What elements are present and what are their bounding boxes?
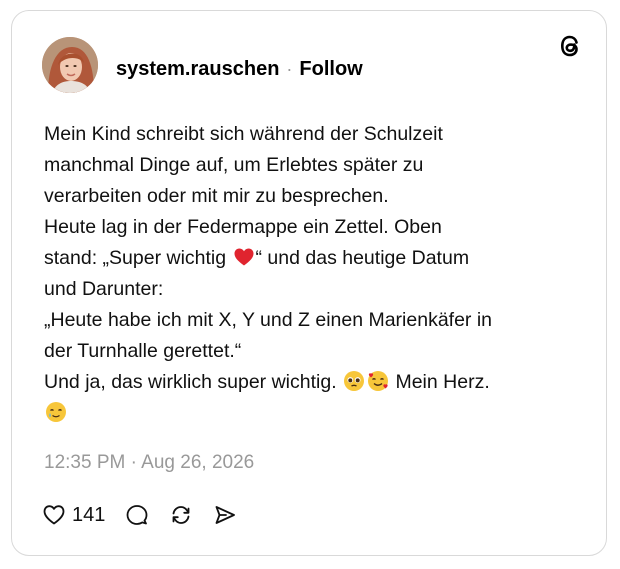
post-line: Und ja, das wirklich super wichtig. Mein… — [44, 367, 584, 398]
post-line: verarbeiten oder mit mir zu besprechen. — [44, 185, 389, 207]
post-line: „Heute habe ich mit X, Y und Z einen Mar… — [44, 309, 493, 331]
post-body: Mein Kind schreibt sich während der Schu… — [44, 119, 584, 429]
post-timestamp[interactable]: 12:35 PM · Aug 26, 2026 — [44, 452, 254, 474]
like-count: 141 — [72, 503, 106, 526]
red-heart-emoji-icon — [234, 248, 254, 266]
post-line: stand: „Super wichtig “ und das heutige … — [44, 243, 584, 274]
post-text-segment: Und ja, das wirklich super wichtig. — [44, 371, 343, 393]
smiling-face-with-tear-emoji-icon — [46, 402, 66, 422]
post-line: und Darunter: — [44, 278, 164, 300]
like-button[interactable]: 141 — [42, 503, 105, 527]
post-line: manchmal Dinge auf, um Erlebtes später z… — [44, 154, 424, 176]
send-icon — [215, 506, 236, 524]
post-line: Mein Kind schreibt sich während der Schu… — [44, 123, 443, 145]
pleading-face-emoji-icon — [344, 371, 365, 391]
avatar-image — [42, 37, 98, 93]
share-button[interactable] — [213, 503, 237, 527]
action-bar: 141 — [42, 499, 257, 531]
post-line: der Turnhalle gerettet.“ — [44, 340, 242, 362]
heart-outline-icon — [43, 505, 65, 525]
post-header: system.rauschen · Follow — [116, 55, 363, 83]
repost-icon — [172, 506, 190, 524]
post-text-segment: Mein Herz. — [390, 371, 490, 393]
speech-bubble-icon — [126, 505, 148, 525]
threads-logo-icon[interactable] — [556, 31, 586, 61]
username[interactable]: system.rauschen — [116, 58, 279, 81]
post-line: Heute lag in der Federmappe ein Zettel. … — [44, 216, 442, 238]
smiling-face-with-hearts-emoji-icon — [368, 371, 389, 391]
avatar[interactable] — [42, 37, 98, 93]
repost-button[interactable] — [169, 503, 193, 527]
reply-button[interactable] — [125, 503, 149, 527]
post-card: system.rauschen · Follow Mein Kind schre… — [11, 10, 607, 556]
post-line — [44, 398, 584, 429]
separator: · — [286, 58, 293, 79]
post-text-segment: stand: „Super wichtig — [44, 247, 232, 269]
post-text-segment: “ und das heutige Datum — [255, 247, 470, 269]
follow-button[interactable]: Follow — [299, 58, 362, 81]
